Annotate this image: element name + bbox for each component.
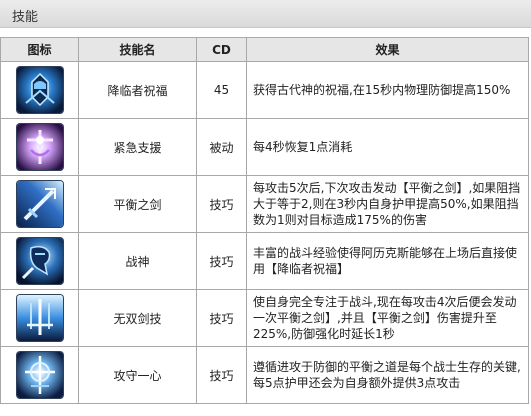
table-row: 无双剑技 技巧 使自身完全专注于战斗,现在每攻击4次后便会发动一次平衡之剑】,并… bbox=[0, 289, 529, 347]
table-header-row: 图标 技能名 CD 效果 bbox=[0, 37, 529, 62]
skill-icon-cell bbox=[0, 118, 79, 176]
table-row: 攻守一心 技巧 遵循进攻于防御的平衡之道是每个战士生存的关键,每5点护甲还会为自… bbox=[0, 346, 529, 404]
blessing-icon bbox=[16, 67, 63, 113]
skill-cd: 技巧 bbox=[196, 289, 247, 347]
table-row: 紧急支援 被动 每4秒恢复1点消耗 bbox=[0, 118, 529, 176]
table-row: 降临者祝福 45 获得古代神的祝福,在15秒内物理防御提高150% bbox=[0, 61, 529, 119]
skill-name: 无双剑技 bbox=[78, 289, 197, 347]
skill-cd: 技巧 bbox=[196, 346, 247, 404]
skill-cd: 被动 bbox=[196, 118, 247, 176]
skill-name: 紧急支援 bbox=[78, 118, 197, 176]
skill-name: 降临者祝福 bbox=[78, 61, 197, 119]
skill-name: 战神 bbox=[78, 232, 197, 290]
skill-effect: 每攻击5次后,下次攻击发动【平衡之剑】,如果阻挡大于等于2,则在3秒内自身护甲提… bbox=[246, 175, 529, 233]
skill-effect: 每4秒恢复1点消耗 bbox=[246, 118, 529, 176]
skill-effect: 丰富的战斗经验使得阿历克斯能够在上场后直接使用【降临者祝福】 bbox=[246, 232, 529, 290]
skill-icon-cell bbox=[0, 232, 79, 290]
skill-icon-cell bbox=[0, 61, 79, 119]
emergency-aid-icon bbox=[16, 124, 63, 170]
table-row: 平衡之剑 技巧 每攻击5次后,下次攻击发动【平衡之剑】,如果阻挡大于等于2,则在… bbox=[0, 175, 529, 233]
skill-icon-cell bbox=[0, 346, 79, 404]
skill-icon-cell bbox=[0, 175, 79, 233]
table-row: 战神 技巧 丰富的战斗经验使得阿历克斯能够在上场后直接使用【降临者祝福】 bbox=[0, 232, 529, 290]
skill-cd: 技巧 bbox=[196, 232, 247, 290]
skill-cd: 技巧 bbox=[196, 175, 247, 233]
skill-cd: 45 bbox=[196, 61, 247, 119]
column-header-name: 技能名 bbox=[78, 37, 197, 62]
section-title: 技能 bbox=[12, 10, 39, 25]
sword-of-balance-icon bbox=[16, 181, 63, 227]
skill-name: 平衡之剑 bbox=[78, 175, 197, 233]
war-god-icon bbox=[16, 238, 63, 284]
column-header-icon: 图标 bbox=[0, 37, 79, 62]
skill-icon-cell bbox=[0, 289, 79, 347]
section-header: 技能 bbox=[0, 0, 531, 28]
attack-defense-icon bbox=[16, 352, 63, 398]
skill-effect: 获得古代神的祝福,在15秒内物理防御提高150% bbox=[246, 61, 529, 119]
column-header-effect: 效果 bbox=[246, 37, 529, 62]
skill-effect: 遵循进攻于防御的平衡之道是每个战士生存的关键,每5点护甲还会为自身额外提供3点攻… bbox=[246, 346, 529, 404]
skill-name: 攻守一心 bbox=[78, 346, 197, 404]
column-header-cd: CD bbox=[196, 37, 247, 62]
skill-table: 图标 技能名 CD 效果 降临者祝福 45 获得古代神的祝福,在15秒内物理防御… bbox=[0, 37, 529, 404]
skill-effect: 使自身完全专注于战斗,现在每攻击4次后便会发动一次平衡之剑】,并且【平衡之剑】伤… bbox=[246, 289, 529, 347]
peerless-sword-icon bbox=[16, 295, 63, 341]
